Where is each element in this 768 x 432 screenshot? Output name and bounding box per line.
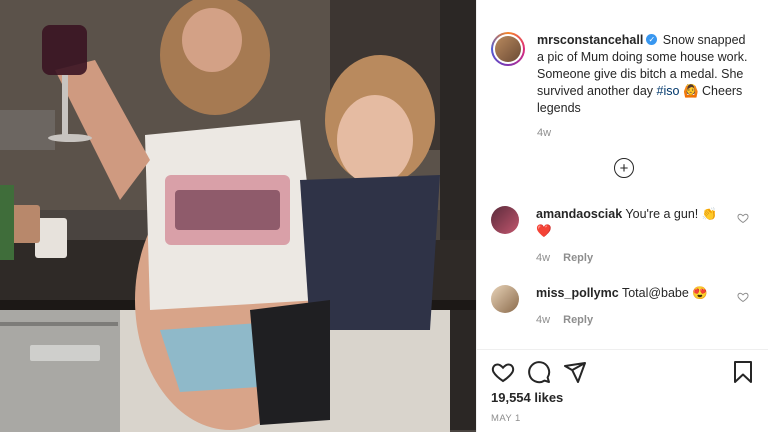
caption-text-block: mrsconstancehall ✓ Snow snapped a pic of … xyxy=(537,32,755,142)
comment-text-block: miss_pollymc Total@babe 😍 4w Reply xyxy=(536,285,731,329)
caption-emoji: 🙆 xyxy=(682,84,699,98)
heart-icon[interactable] xyxy=(737,291,749,303)
comment-icon[interactable] xyxy=(527,360,551,384)
comment-timestamp: 4w xyxy=(536,252,551,264)
commenter-avatar[interactable] xyxy=(491,206,519,234)
reply-button[interactable]: Reply xyxy=(563,252,593,264)
bookmark-icon[interactable] xyxy=(731,360,755,384)
comment-item: amandaosciak You're a gun! 👏 ❤️ 4w Reply xyxy=(491,206,755,267)
commenter-username[interactable]: amandaosciak xyxy=(536,207,622,221)
comment-meta: 4w Reply xyxy=(536,250,731,267)
comment-body: You're a gun! xyxy=(625,207,699,221)
commenter-username[interactable]: miss_pollymc xyxy=(536,286,619,300)
kitchen-photo-illustration xyxy=(0,0,476,432)
author-username[interactable]: mrsconstancehall xyxy=(537,33,643,47)
heart-icon[interactable] xyxy=(491,360,515,384)
comment-emoji-line2: ❤️ xyxy=(536,224,552,238)
likes-count[interactable]: 19,554 likes xyxy=(491,390,563,405)
post-photo[interactable] xyxy=(0,0,476,432)
comment-emoji: 👏 xyxy=(701,207,718,221)
comment-text-block: amandaosciak You're a gun! 👏 ❤️ 4w Reply xyxy=(536,206,731,267)
author-avatar[interactable] xyxy=(491,32,525,66)
commenter-avatar[interactable] xyxy=(491,285,519,313)
reply-button[interactable]: Reply xyxy=(563,314,593,326)
post-detail-panel: mrsconstancehall ✓ Snow snapped a pic of … xyxy=(476,0,768,432)
post-date: MAY 1 xyxy=(491,413,521,424)
action-bar xyxy=(491,360,755,386)
load-more-comments-button[interactable]: + xyxy=(614,158,634,178)
comment-timestamp: 4w xyxy=(536,314,551,326)
section-divider xyxy=(477,349,768,350)
comment-item: miss_pollymc Total@babe 😍 4w Reply xyxy=(491,285,755,329)
plus-circle-icon: + xyxy=(619,159,629,177)
heart-icon[interactable] xyxy=(737,212,749,224)
caption-timestamp: 4w xyxy=(537,127,552,139)
share-icon[interactable] xyxy=(563,360,587,384)
hashtag-link[interactable]: #iso xyxy=(657,84,680,98)
comment-emoji: 😍 xyxy=(692,286,708,300)
comment-meta: 4w Reply xyxy=(536,312,731,329)
comment-body: Total@babe xyxy=(621,286,689,300)
verified-badge-icon: ✓ xyxy=(646,34,658,46)
post-caption: mrsconstancehall ✓ Snow snapped a pic of … xyxy=(491,32,755,142)
